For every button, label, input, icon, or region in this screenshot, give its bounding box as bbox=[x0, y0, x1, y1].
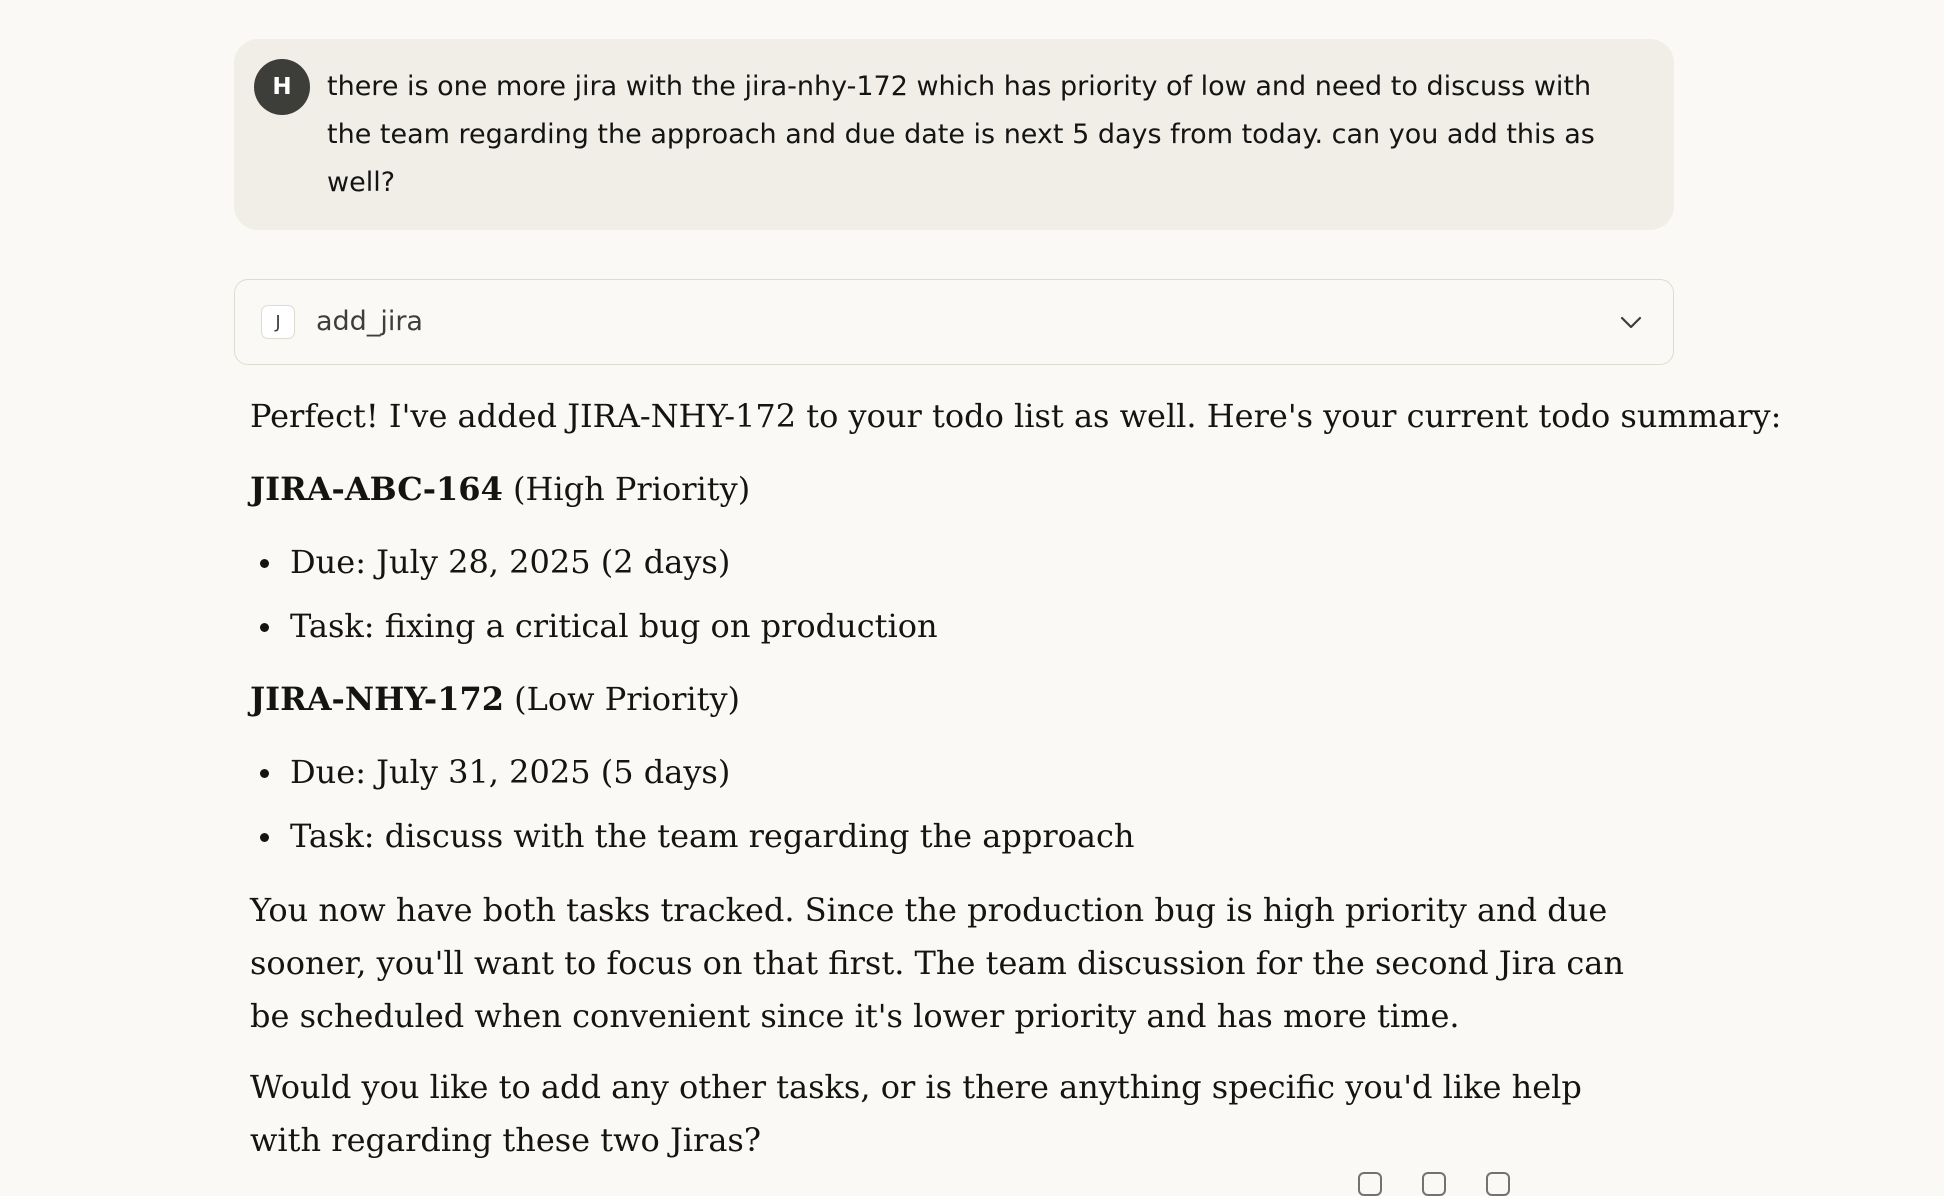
jira-task: Task: discuss with the team regarding th… bbox=[250, 810, 1135, 874]
jira-details-list: Due: July 31, 2025 (5 days) Task: discus… bbox=[250, 746, 1135, 874]
chevron-down-icon[interactable] bbox=[1617, 308, 1645, 336]
jira-id: JIRA-NHY-172 bbox=[250, 680, 504, 718]
user-message-text: there is one more jira with the jira-nhy… bbox=[327, 71, 1595, 198]
jira-due: Due: July 28, 2025 (2 days) bbox=[250, 536, 938, 600]
response-question: Would you like to add any other tasks, o… bbox=[250, 1068, 1582, 1159]
retry-icon[interactable] bbox=[1486, 1172, 1510, 1196]
jira-priority: (High Priority) bbox=[513, 470, 751, 508]
jira-priority: (Low Priority) bbox=[514, 680, 741, 718]
copy-icon[interactable] bbox=[1358, 1172, 1382, 1196]
jira-due: Due: July 31, 2025 (5 days) bbox=[250, 746, 1135, 810]
jira-details-list: Due: July 28, 2025 (2 days) Task: fixing… bbox=[250, 536, 938, 664]
response-summary: You now have both tasks tracked. Since t… bbox=[250, 891, 1624, 1035]
tool-call-add-jira[interactable]: J add_jira bbox=[234, 279, 1674, 365]
jira-task: Task: fixing a critical bug on productio… bbox=[250, 600, 938, 664]
edit-icon[interactable] bbox=[1422, 1172, 1446, 1196]
response-intro: Perfect! I've added JIRA-NHY-172 to your… bbox=[250, 397, 1782, 435]
message-actions bbox=[1358, 1172, 1510, 1196]
tool-name: add_jira bbox=[316, 306, 423, 337]
jira-heading: JIRA-NHY-172 (Low Priority) bbox=[250, 673, 740, 725]
tool-icon: J bbox=[261, 305, 295, 339]
user-avatar: H bbox=[254, 59, 310, 115]
user-message-bubble: H there is one more jira with the jira-n… bbox=[234, 39, 1674, 230]
jira-id: JIRA-ABC-164 bbox=[250, 470, 503, 508]
jira-heading: JIRA-ABC-164 (High Priority) bbox=[250, 463, 750, 515]
